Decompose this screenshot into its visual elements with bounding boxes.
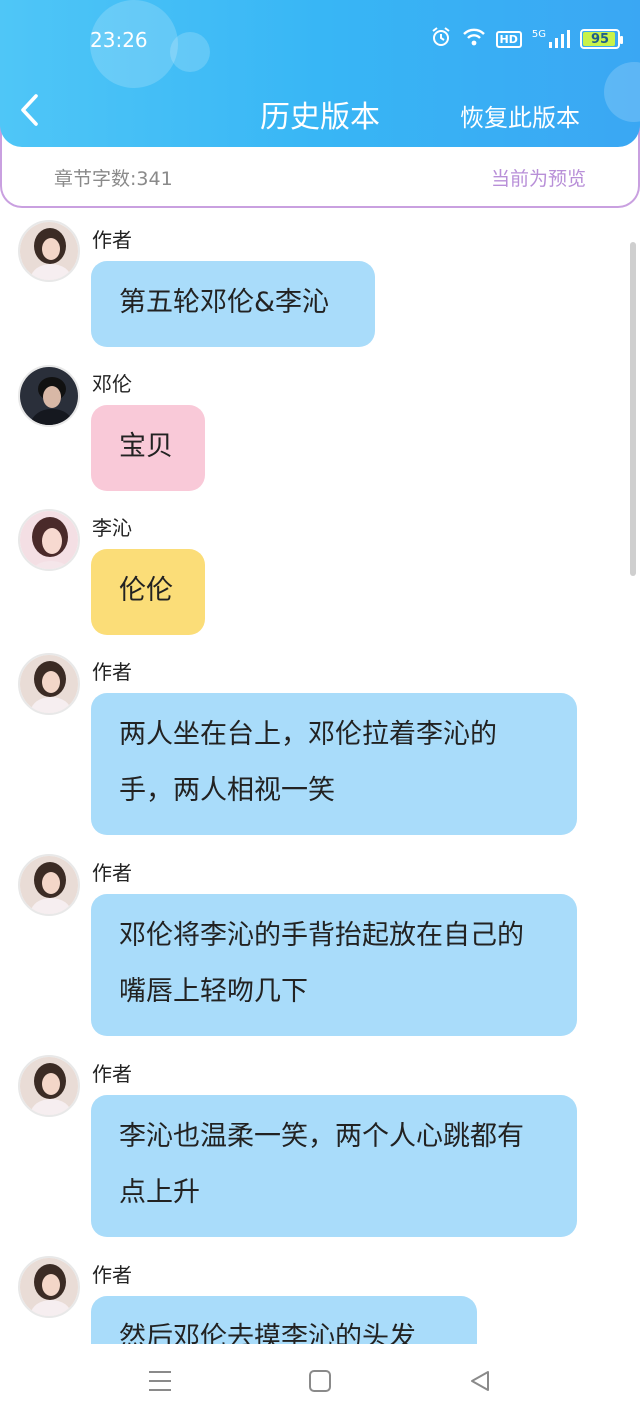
message-bubble[interactable]: 邓伦将李沁的手背抬起放在自己的嘴唇上轻吻几下 [91,894,577,1036]
message-bubble[interactable]: 第五轮邓伦&李沁 [91,261,375,347]
status-icons: HD 5G 95 [430,26,623,52]
message-bubble[interactable]: 两人坐在台上，邓伦拉着李沁的手，两人相视一笑 [91,693,577,835]
sender-name: 作者 [92,228,132,252]
square-home-icon [308,1369,332,1397]
avatar-author[interactable] [18,1055,80,1117]
sender-name: 邓伦 [92,372,132,396]
word-count: 章节字数:341 [54,168,173,190]
avatar-denglun[interactable] [18,365,80,427]
message-bubble[interactable]: 伦伦 [91,549,205,635]
signal-icon: 5G [532,29,570,49]
alarm-icon [430,26,452,52]
triangle-back-icon [468,1369,492,1397]
message-bubble[interactable]: 李沁也温柔一笑，两个人心跳都有点上升 [91,1095,577,1237]
status-time: 23:26 [90,28,148,52]
avatar-author[interactable] [18,854,80,916]
system-nav-bar [0,1344,640,1422]
menu-icon [147,1369,173,1397]
restore-version-button[interactable]: 恢复此版本 [460,98,580,133]
sender-name: 作者 [92,861,132,885]
home-button[interactable] [303,1366,337,1400]
wifi-icon [462,27,486,51]
battery-icon: 95 [580,29,623,49]
hd-icon: HD [495,30,522,48]
message-bubble[interactable]: 然后邓伦去摸李沁的头发 [91,1296,477,1344]
preview-label: 当前为预览 [490,168,586,190]
avatar-liqin[interactable] [18,509,80,571]
menu-button[interactable] [143,1366,177,1400]
back-nav-button[interactable] [463,1366,497,1400]
sender-name: 作者 [92,1062,132,1086]
sender-name: 作者 [92,1263,132,1287]
avatar-author[interactable] [18,220,80,282]
message-bubble[interactable]: 宝贝 [91,405,205,491]
decor-bubble-small [170,32,210,72]
avatar-author[interactable] [18,653,80,715]
network-type-label: 5G [531,29,546,40]
battery-level: 95 [590,31,610,47]
app-header: 23:26 HD 5G 95 历史版本 恢复此版本 [0,0,640,147]
sender-name: 李沁 [92,516,132,540]
scrollbar[interactable] [630,242,636,576]
chat-list[interactable]: 作者 第五轮邓伦&李沁 邓伦 宝贝 李沁 伦伦 作者 两人坐在台上，邓伦拉着李沁… [0,208,640,1344]
sender-name: 作者 [92,660,132,684]
avatar-author[interactable] [18,1256,80,1318]
